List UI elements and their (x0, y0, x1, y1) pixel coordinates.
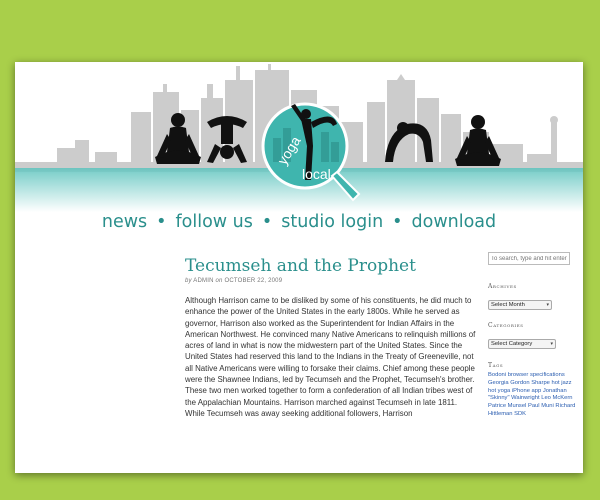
tag-link[interactable]: specifications (530, 372, 565, 378)
nav-studio-login-link[interactable]: studio login (281, 212, 383, 232)
tag-link[interactable]: iPhone app (512, 388, 541, 394)
tag-link[interactable]: Gordon (510, 380, 529, 386)
archives-title: Archives (488, 283, 517, 290)
nav-download-link[interactable]: download (412, 212, 497, 232)
site-frame: yoga local news • follow us • studio login • d… (15, 62, 583, 473)
yoga-figure-meditation-right (455, 115, 501, 166)
tags-widget: Tags Bodoni browser specifications Georg… (488, 362, 576, 419)
tag-link[interactable]: Muni (541, 403, 554, 409)
archives-select[interactable]: Select Month ▾ (488, 300, 552, 310)
post-date: OCTOBER 22, 2009 (224, 278, 283, 284)
categories-title: Categories (488, 322, 524, 329)
header-banner: yoga local (15, 62, 583, 212)
nav-separator: • (261, 212, 273, 232)
nav-follow-us-link[interactable]: follow us (176, 212, 253, 232)
banner-artwork (15, 64, 583, 212)
tag-link[interactable]: Bodoni (488, 372, 506, 378)
post-paragraph: Although Harrison came to be disliked by… (185, 296, 476, 418)
archives-select-value: Select Month (491, 302, 525, 308)
tag-link[interactable]: McKern (553, 395, 573, 401)
tags-title: Tags (488, 362, 504, 369)
tag-link[interactable]: Paul (528, 403, 540, 409)
nav-news-link[interactable]: news (102, 212, 147, 232)
categories-widget: Categories Select Category ▾ (488, 322, 556, 350)
sidebar: Archives Select Month ▾ Categories Select… (488, 252, 578, 417)
tag-link[interactable]: SDK (514, 411, 526, 417)
categories-select[interactable]: Select Category ▾ (488, 339, 556, 349)
tag-link[interactable]: "Skinny" Wainwright (488, 395, 540, 401)
tag-link[interactable]: Georgia (488, 380, 509, 386)
post-meta: by ADMIN on OCTOBER 22, 2009 (185, 278, 282, 284)
post-title-link[interactable]: Tecumseh and the Prophet (185, 256, 416, 276)
tag-link[interactable]: Sharpe (531, 380, 550, 386)
search-input[interactable] (488, 252, 570, 265)
main-nav: news • follow us • studio login • download (15, 212, 583, 232)
tag-link[interactable]: Leo (541, 395, 551, 401)
archives-widget: Archives Select Month ▾ (488, 283, 552, 311)
post-meta-by: by (185, 278, 192, 284)
tag-cloud: Bodoni browser specifications Georgia Go… (488, 372, 576, 419)
logo-word-local: local (302, 166, 331, 182)
categories-select-value: Select Category (491, 341, 533, 347)
chevron-down-icon: ▾ (546, 302, 549, 308)
chevron-down-icon: ▾ (550, 341, 553, 347)
tag-link[interactable]: hot jazz (552, 380, 572, 386)
post-author[interactable]: ADMIN (193, 278, 213, 284)
nav-separator: • (156, 212, 167, 232)
tag-link[interactable]: Jonathan (543, 388, 567, 394)
post-body: Although Harrison came to be disliked by… (185, 295, 476, 419)
tag-link[interactable]: hot yoga (488, 388, 510, 394)
nav-separator: • (392, 212, 403, 232)
post-meta-on: on (215, 278, 223, 284)
tag-link[interactable]: browser (508, 372, 529, 378)
tag-link[interactable]: Patrice Munsel (488, 403, 526, 409)
